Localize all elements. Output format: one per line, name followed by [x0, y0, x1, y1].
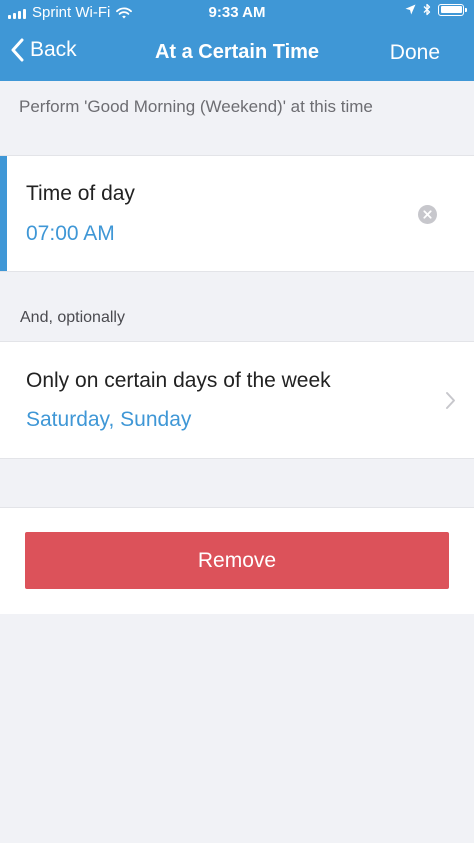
status-right [405, 3, 467, 16]
time-of-day-row[interactable]: Time of day 07:00 AM [0, 155, 474, 272]
navigation-bar: Back At a Certain Time Done [0, 26, 474, 81]
status-bar: Sprint Wi-Fi 9:33 AM [0, 0, 474, 26]
status-time: 9:33 AM [208, 4, 266, 21]
battery-icon [438, 3, 467, 16]
back-label: Back [30, 38, 77, 61]
remove-button[interactable]: Remove [25, 532, 449, 589]
trigger-description: Perform 'Good Morning (Weekend)' at this… [19, 97, 373, 116]
selection-accent-bar [0, 156, 7, 271]
time-of-day-value[interactable]: 07:00 AM [26, 222, 115, 246]
time-of-day-label: Time of day [26, 182, 135, 205]
back-button[interactable]: Back [10, 38, 77, 62]
bluetooth-icon [423, 3, 431, 16]
location-arrow-icon [405, 4, 416, 15]
days-of-week-label: Only on certain days of the week [26, 369, 331, 392]
done-button[interactable]: Done [390, 41, 440, 65]
days-of-week-row[interactable]: Only on certain days of the week Saturda… [0, 341, 474, 459]
optional-section-label: And, optionally [20, 309, 125, 326]
remove-section: Remove [0, 507, 474, 614]
clear-icon[interactable] [418, 205, 437, 224]
chevron-right-icon [446, 392, 455, 409]
days-of-week-value: Saturday, Sunday [26, 408, 192, 431]
chevron-left-icon [11, 38, 24, 62]
